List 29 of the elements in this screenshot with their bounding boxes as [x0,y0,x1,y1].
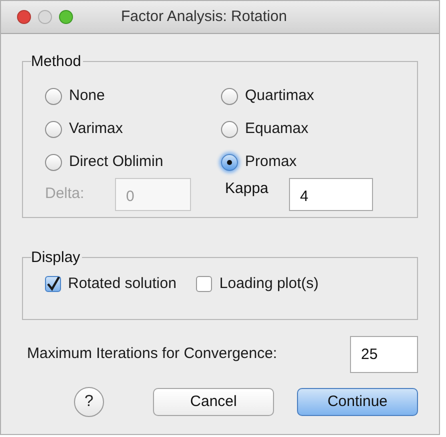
checkbox[interactable] [45,276,61,292]
checkmark-icon [46,277,60,291]
radio-button[interactable] [45,88,62,105]
radio-label: Promax [245,152,297,172]
help-button[interactable]: ? [74,387,104,417]
radio-label: Equamax [245,119,308,140]
close-icon[interactable] [17,10,31,24]
zoom-icon[interactable] [59,10,73,24]
window-title: Factor Analysis: Rotation [121,6,287,27]
text-field[interactable]: 4 [289,178,373,211]
checkbox[interactable] [196,276,212,292]
radio-button[interactable] [45,154,62,171]
dialog-button[interactable]: Cancel [153,388,274,416]
radio-button[interactable] [221,88,238,105]
iterations-label: Maximum Iterations for Convergence: [27,344,278,364]
radio-label: Quartimax [245,86,314,106]
delta-label: Delta: [45,184,86,204]
minimize-icon[interactable] [38,10,52,24]
kappa-label: Kappa [225,179,270,200]
iterations-field[interactable]: 25 [350,336,418,373]
checkbox-label: Loading plot(s) [219,274,319,294]
dialog-button[interactable]: Continue [297,388,418,416]
radio-label: Direct Oblimin [69,152,164,172]
radio-button[interactable] [221,154,238,171]
radio-button[interactable] [45,121,62,138]
checkbox-label: Rotated solution [68,274,176,294]
radio-label: Varimax [69,119,123,140]
radio-button[interactable] [221,121,238,138]
radio-label: None [69,86,105,106]
